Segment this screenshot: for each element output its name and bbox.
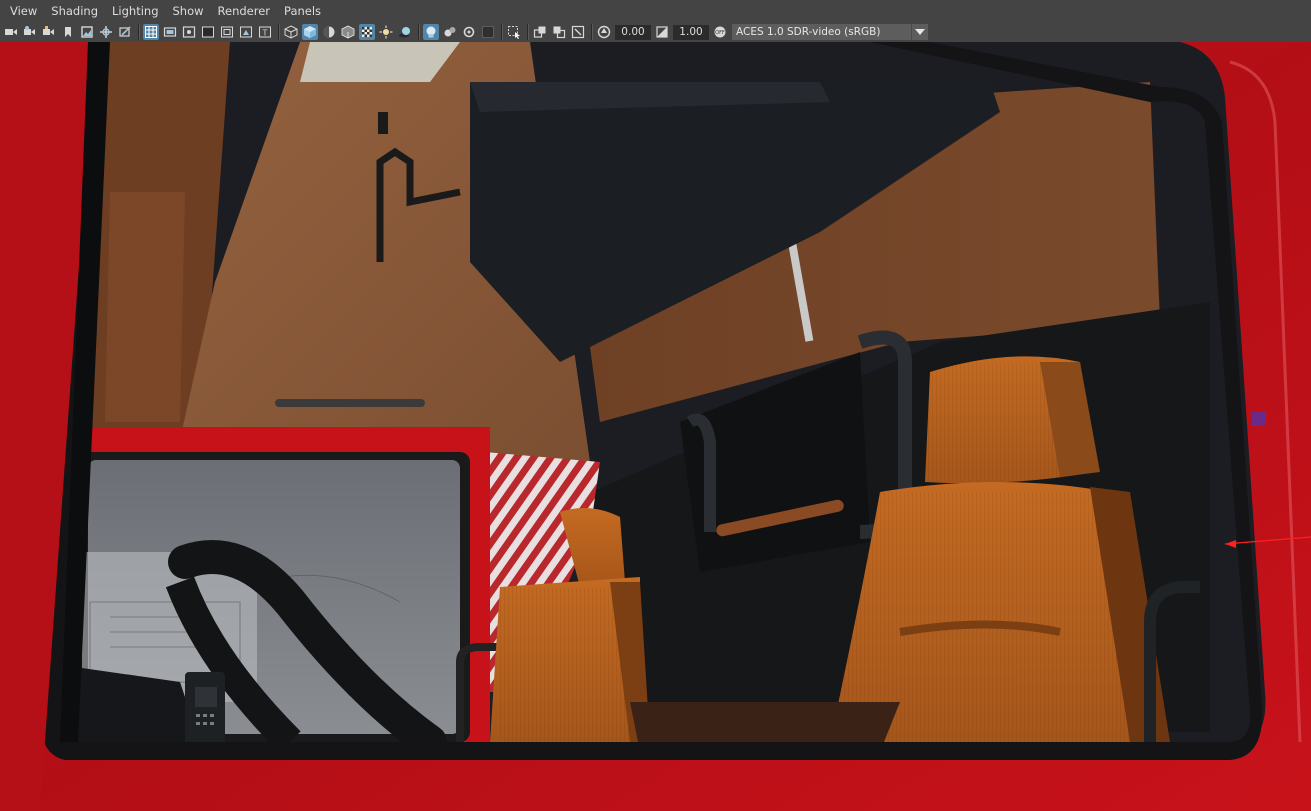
gate-mask-icon[interactable] <box>200 24 216 40</box>
smooth-shade-icon[interactable] <box>302 24 318 40</box>
view-transform-label: ACES 1.0 SDR-video (sRGB) <box>736 26 881 38</box>
default-material-icon[interactable] <box>321 24 337 40</box>
panel-menu-bar: View Shading Lighting Show Renderer Pane… <box>0 0 1311 22</box>
exposure-field[interactable] <box>615 24 651 40</box>
menu-view[interactable]: View <box>4 0 43 22</box>
xray-icon[interactable] <box>423 24 439 40</box>
motion-blur-icon[interactable] <box>461 24 477 40</box>
depth-of-field-icon[interactable] <box>551 24 567 40</box>
panel-toolbar: T OFF ACES 1.0 SDR-video (sRGB) <box>0 22 1311 42</box>
toolbar-separator <box>278 24 280 40</box>
exposure-icon[interactable] <box>596 24 612 40</box>
frame-all-icon[interactable] <box>570 24 586 40</box>
menu-lighting[interactable]: Lighting <box>106 0 164 22</box>
menu-show[interactable]: Show <box>167 0 210 22</box>
grease-pencil-icon[interactable] <box>117 24 133 40</box>
view-transform-dropdown[interactable]: ACES 1.0 SDR-video (sRGB) <box>732 24 928 40</box>
camera-bookmark-icon[interactable] <box>41 24 57 40</box>
toolbar-separator <box>501 24 503 40</box>
svg-text:OFF: OFF <box>715 30 725 36</box>
wireframe-icon[interactable] <box>283 24 299 40</box>
isolate-select-icon[interactable] <box>506 24 522 40</box>
menu-renderer[interactable]: Renderer <box>212 0 277 22</box>
menu-shading[interactable]: Shading <box>45 0 104 22</box>
gamma-field[interactable] <box>673 24 709 40</box>
shaded-wireframe-icon[interactable] <box>340 24 356 40</box>
safe-title-icon[interactable]: T <box>257 24 273 40</box>
maya-viewport-panel: View Shading Lighting Show Renderer Pane… <box>0 0 1311 811</box>
toolbar-separator <box>138 24 140 40</box>
3d-viewport[interactable] <box>0 42 1311 811</box>
color-management-icon[interactable]: OFF <box>712 24 728 40</box>
camera-select-icon[interactable] <box>3 24 19 40</box>
toolbar-separator <box>591 24 593 40</box>
textured-icon[interactable] <box>359 24 375 40</box>
grid-icon[interactable] <box>143 24 159 40</box>
svg-text:T: T <box>262 29 268 38</box>
multi-sample-icon[interactable] <box>532 24 548 40</box>
safe-action-icon[interactable] <box>238 24 254 40</box>
toolbar-separator <box>527 24 529 40</box>
chevron-down-icon <box>911 24 928 40</box>
image-plane-icon[interactable] <box>79 24 95 40</box>
2d-pan-zoom-icon[interactable] <box>98 24 114 40</box>
viewport-render <box>0 42 1311 811</box>
shadows-icon[interactable] <box>397 24 413 40</box>
film-gate-icon[interactable] <box>162 24 178 40</box>
camera-attributes-icon[interactable] <box>22 24 38 40</box>
menu-panels[interactable]: Panels <box>278 0 327 22</box>
lights-icon[interactable] <box>378 24 394 40</box>
anti-aliasing-icon[interactable] <box>480 24 496 40</box>
resolution-gate-icon[interactable] <box>181 24 197 40</box>
gamma-icon[interactable] <box>654 24 670 40</box>
toolbar-separator <box>418 24 420 40</box>
field-chart-icon[interactable] <box>219 24 235 40</box>
bookmark-icon[interactable] <box>60 24 76 40</box>
ambient-occlusion-icon[interactable] <box>442 24 458 40</box>
